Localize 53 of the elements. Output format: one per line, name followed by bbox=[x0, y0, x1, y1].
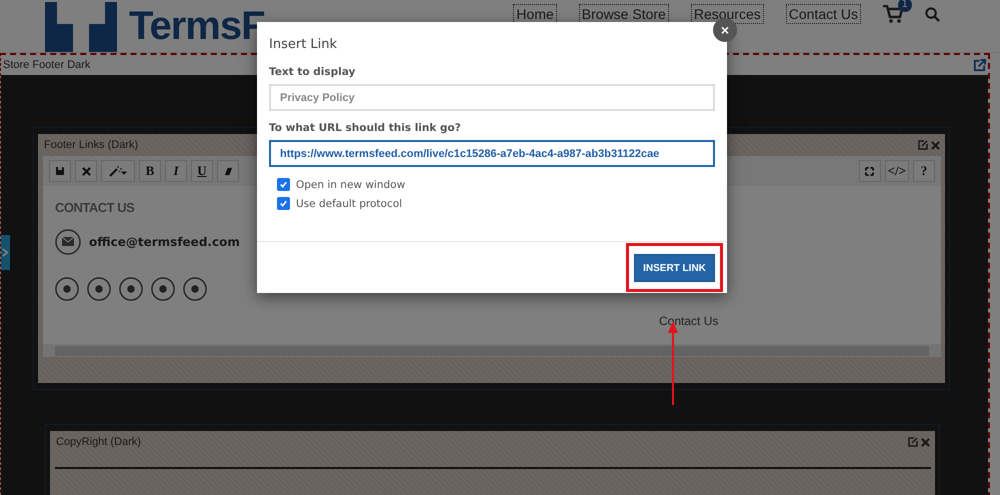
close-icon[interactable] bbox=[931, 140, 940, 150]
eraser-button[interactable] bbox=[217, 160, 239, 182]
panel-title: Footer Links (Dark) bbox=[44, 139, 138, 151]
close-button[interactable]: × bbox=[713, 18, 737, 42]
format-button[interactable]: I bbox=[165, 160, 187, 182]
checkbox[interactable] bbox=[277, 197, 290, 210]
fullscreen-button[interactable] bbox=[858, 160, 881, 182]
panel-title: CopyRight (Dark) bbox=[56, 436, 141, 448]
close-button[interactable] bbox=[75, 160, 97, 182]
share-icon[interactable] bbox=[973, 58, 986, 72]
format-button[interactable]: B bbox=[139, 160, 161, 182]
cart-icon[interactable] bbox=[883, 5, 903, 23]
social-icon[interactable] bbox=[55, 277, 79, 301]
close-icon bbox=[82, 166, 90, 176]
toolbar-button[interactable]: ? bbox=[913, 160, 935, 182]
search-icon[interactable] bbox=[925, 6, 940, 22]
checkbox-label: Use default protocol bbox=[296, 198, 402, 210]
insert-link-button[interactable]: INSERT LINK bbox=[634, 254, 715, 282]
magic-wand-button[interactable] bbox=[101, 160, 135, 182]
field-label: Text to display bbox=[269, 66, 356, 78]
checkbox-label: Open in new window bbox=[296, 178, 406, 190]
checkmark-icon bbox=[279, 199, 288, 208]
wand-icon bbox=[109, 165, 127, 177]
social-icon[interactable] bbox=[119, 277, 143, 301]
cart-count-badge: 1 bbox=[898, 0, 912, 12]
envelope-icon bbox=[55, 229, 81, 255]
field-label: To what URL should this link go? bbox=[269, 122, 462, 134]
checkmark-icon bbox=[279, 180, 288, 189]
social-icon[interactable] bbox=[183, 277, 207, 301]
edit-icon[interactable] bbox=[908, 437, 918, 447]
section-title: Store Footer Dark bbox=[3, 59, 90, 71]
dialog-title: Insert Link bbox=[269, 37, 338, 52]
contact-heading: CONTACT US bbox=[55, 200, 134, 215]
save-button[interactable] bbox=[49, 160, 71, 182]
eraser-icon bbox=[224, 166, 232, 176]
format-button[interactable]: U bbox=[191, 160, 213, 182]
nav-link[interactable]: Contact Us bbox=[786, 4, 861, 24]
text-field[interactable]: Privacy Policy bbox=[269, 84, 715, 111]
floppy-icon bbox=[55, 166, 65, 176]
close-icon[interactable] bbox=[921, 438, 930, 446]
edit-icon[interactable] bbox=[918, 140, 928, 150]
side-tab[interactable] bbox=[1, 235, 10, 270]
horizontal-scrollbar[interactable] bbox=[43, 344, 941, 357]
logo-text: TermsF bbox=[129, 6, 265, 46]
fullscreen-icon bbox=[865, 166, 874, 176]
footer-link[interactable]: Contact Us bbox=[659, 314, 718, 328]
email-text: office@termsfeed.com bbox=[89, 235, 240, 249]
checkbox[interactable] bbox=[277, 178, 290, 191]
chevron-icon bbox=[2, 248, 9, 257]
social-icon[interactable] bbox=[151, 277, 175, 301]
toolbar-button[interactable]: </> bbox=[884, 160, 909, 182]
text-field[interactable]: https://www.termsfeed.com/live/c1c15286-a7eb-4ac4-a987-ab3b31122cae bbox=[269, 140, 715, 167]
social-icon[interactable] bbox=[87, 277, 111, 301]
